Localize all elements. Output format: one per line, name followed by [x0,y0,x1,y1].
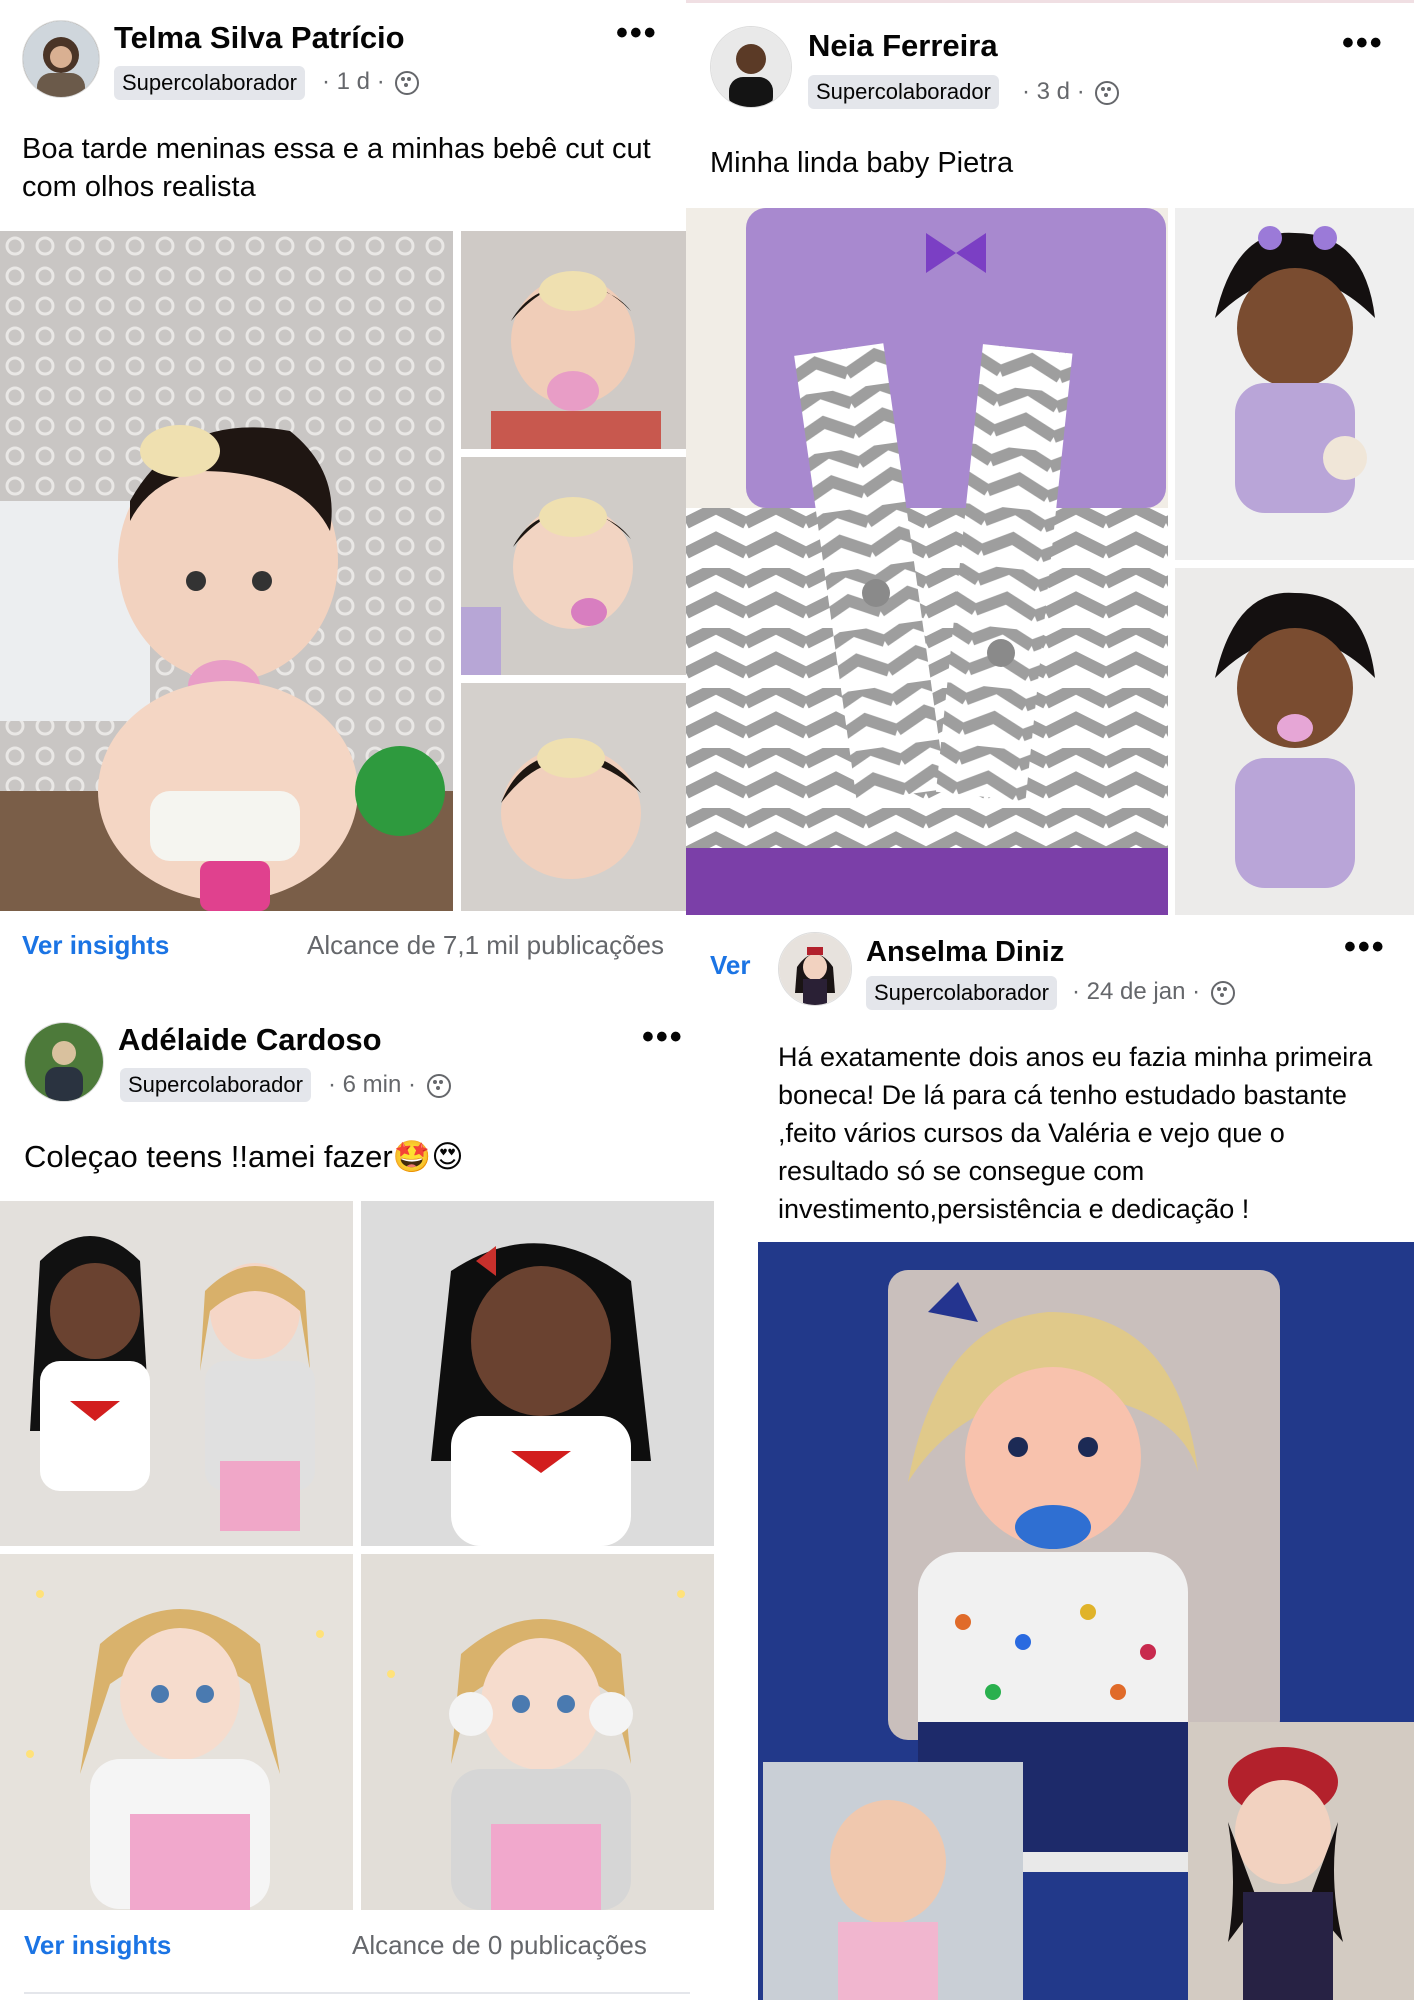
post-meta: · 6 min · [328,1071,451,1099]
post-text: Boa tarde meninas essa e a minhas bebê c… [22,133,651,203]
post-photo[interactable] [361,1201,714,1546]
post-text: Coleçao teens !!amei fazer🤩😍 [24,1139,464,1174]
avatar[interactable] [710,26,792,108]
view-insights-link[interactable]: Ver insights [24,1930,171,1961]
post-photo[interactable] [686,208,1168,915]
post-photo[interactable] [361,1554,714,1910]
timestamp[interactable]: · 3 d · [1022,78,1085,105]
supercollaborator-badge: Supercolaborador [808,75,999,109]
post-photo[interactable] [1175,208,1414,560]
more-options-icon[interactable]: ••• [642,1018,684,1057]
group-icon [1210,980,1235,1005]
divider [686,0,1414,3]
avatar[interactable] [22,20,100,98]
more-options-icon[interactable]: ••• [616,14,658,53]
author-name[interactable]: Neia Ferreira [808,28,998,64]
group-icon [1095,80,1120,105]
post-photo[interactable] [0,231,453,911]
post-photo[interactable] [461,683,686,911]
supercollaborator-badge: Supercolaborador [114,66,305,100]
view-insights-link[interactable]: Ver insights [22,930,169,961]
post-meta: · 24 de jan · [1072,978,1235,1006]
divider [24,1992,690,1994]
post-meta: · 1 d · [322,68,420,96]
post-text: Há exatamente dois anos eu fazia minha p… [778,1042,1373,1224]
post-neia: Neia Ferreira Supercolaborador · 3 d · •… [686,0,1414,1000]
group-icon [395,70,420,95]
author-name[interactable]: Anselma Diniz [866,936,1064,969]
avatar[interactable] [778,932,852,1006]
timestamp[interactable]: · 6 min · [328,1071,416,1098]
supercollaborator-badge: Supercolaborador [120,1068,311,1102]
post-telma: Telma Silva Patrício Supercolaborador · … [0,0,686,990]
supercollaborator-badge: Supercolaborador [866,976,1057,1010]
post-text: Minha linda baby Pietra [710,147,1014,179]
post-photo[interactable] [461,457,686,675]
timestamp[interactable]: · 24 de jan · [1072,978,1200,1005]
more-options-icon[interactable]: ••• [1344,928,1386,967]
post-photo[interactable] [461,231,686,449]
post-photo[interactable] [1175,568,1414,915]
post-meta: · 3 d · [1022,78,1120,106]
avatar[interactable] [24,1022,104,1102]
group-icon [426,1073,451,1098]
post-photo[interactable] [0,1201,353,1546]
reach-text: Alcance de 7,1 mil publicações [307,930,664,960]
timestamp[interactable]: · 1 d · [322,68,385,95]
post-photo[interactable] [758,1242,1414,2000]
post-photo[interactable] [0,1554,353,1910]
post-anselma: Anselma Diniz Supercolaborador · 24 de j… [758,920,1414,2000]
reach-text: Alcance de 0 publicações [352,1930,647,1960]
author-name[interactable]: Adélaide Cardoso [118,1022,382,1058]
author-name[interactable]: Telma Silva Patrício [114,20,405,56]
view-insights-link[interactable]: Ver [710,950,751,981]
post-adelaide: Adélaide Cardoso Supercolaborador · 6 mi… [0,1000,714,2000]
more-options-icon[interactable]: ••• [1342,24,1384,63]
